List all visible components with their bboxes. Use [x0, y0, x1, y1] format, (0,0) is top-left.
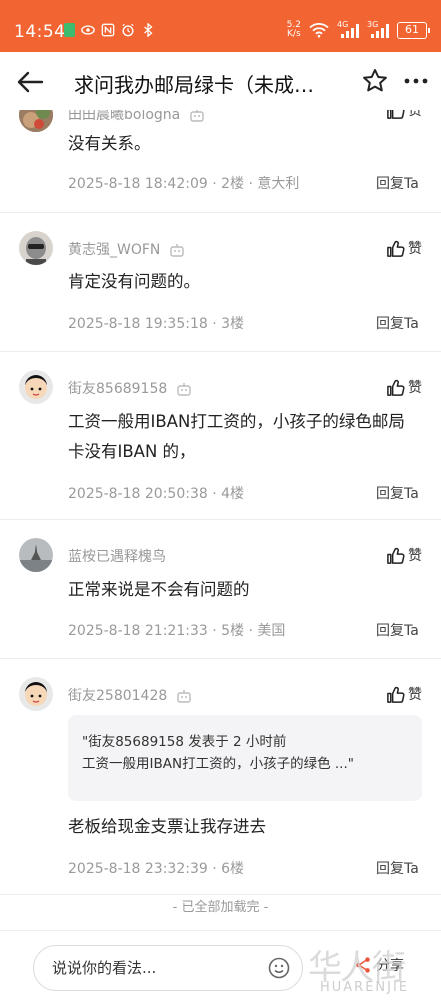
device-robot-icon: [170, 244, 185, 257]
like-button[interactable]: 赞: [386, 110, 422, 120]
like-button[interactable]: 赞: [386, 377, 422, 397]
avatar[interactable]: [19, 231, 53, 265]
share-button[interactable]: 分享: [354, 955, 404, 975]
like-label: 赞: [408, 687, 422, 703]
comment-composer-bar: 分享: [0, 930, 441, 1000]
comment-item: 黄志强_WOFN 赞 肯定没有问题的。 2025-8-18 19:35:18 ·…: [0, 213, 441, 352]
comment-username[interactable]: 街友25801428: [68, 685, 193, 705]
network-speed-unit: K/s: [287, 29, 301, 39]
comment-timestamp: 2025-8-18 20:50:38: [68, 486, 208, 502]
reply-button[interactable]: 回复Ta: [376, 313, 419, 333]
comment-floor: 2楼: [221, 176, 245, 192]
comment-text: 没有关系。: [68, 134, 151, 153]
comment-input[interactable]: [52, 946, 252, 990]
comment-username[interactable]: 田田晨曦bologna: [68, 110, 206, 124]
comment-meta: 2025-8-18 18:42:09 · 2楼 · 意大利: [68, 176, 300, 192]
username-text: 蓝桉已遇释槐鸟: [68, 549, 166, 565]
comment-timestamp: 2025-8-18 19:35:18: [68, 316, 208, 332]
favorite-star-icon[interactable]: [362, 68, 388, 94]
signal-3g-icon: 3G: [367, 20, 389, 38]
bluetooth-icon: [144, 23, 153, 37]
like-button[interactable]: 赞: [386, 684, 422, 704]
username-text: 田田晨曦bologna: [68, 110, 181, 123]
like-label: 赞: [408, 241, 422, 257]
end-of-list-label: - 已全部加载完 -: [172, 900, 269, 915]
comment-item: 田田晨曦bologna 赞 没有关系。 2025-8-18 18:42:09 ·…: [0, 110, 441, 213]
share-icon: [356, 957, 370, 973]
signal-4g-icon: 4G: [337, 20, 359, 38]
comment-input-box[interactable]: [33, 945, 303, 991]
quoted-reply[interactable]: "街友85689158 发表于 2 小时前 工资一般用IBAN打工资的，小孩子的…: [68, 715, 422, 801]
comment-text: 正常来说是不会有问题的: [68, 580, 250, 599]
comment-floor: 5楼: [221, 623, 245, 639]
thread-title: 求问我办邮局绿卡（未成…: [74, 73, 314, 97]
comment-username[interactable]: 街友85689158: [68, 378, 193, 398]
device-robot-icon: [190, 110, 204, 122]
network-speed: 5.2 K/s: [287, 21, 301, 39]
username-text: 街友85689158: [68, 381, 168, 397]
comment-text: 老板给现金支票让我存进去: [68, 817, 266, 836]
comment-meta: 2025-8-18 19:35:18 · 3楼: [68, 316, 245, 332]
comment-floor: 4楼: [221, 486, 245, 502]
comment-item: 蓝桉已遇释槐鸟 赞 正常来说是不会有问题的 2025-8-18 21:21:33…: [0, 520, 441, 659]
alarm-icon: [122, 23, 134, 37]
comment-item: 街友85689158 赞 工资一般用IBAN打工资的，小孩子的绿色邮局卡没有IB…: [0, 352, 441, 520]
status-notification-icons: [64, 23, 155, 37]
eye-icon: [81, 25, 95, 35]
nfc-icon: [101, 23, 115, 37]
avatar[interactable]: [19, 677, 53, 711]
reply-button[interactable]: 回复Ta: [376, 483, 419, 503]
avatar[interactable]: [19, 370, 53, 404]
comment-floor: 6楼: [221, 861, 245, 877]
reply-button[interactable]: 回复Ta: [376, 173, 419, 193]
like-label: 赞: [408, 380, 422, 396]
more-options-icon[interactable]: [402, 68, 430, 94]
thumbs-up-icon: [387, 547, 405, 564]
thumbs-up-icon: [387, 110, 405, 119]
avatar[interactable]: [19, 110, 53, 132]
share-label: 分享: [376, 958, 404, 974]
comment-meta: 2025-8-18 21:21:33 · 5楼 · 美国: [68, 623, 286, 639]
comment-timestamp: 2025-8-18 23:32:39: [68, 861, 208, 877]
comment-timestamp: 2025-8-18 18:42:09: [68, 176, 208, 192]
status-time: 14:54: [14, 22, 66, 42]
thread-header: 求问我办邮局绿卡（未成…: [0, 52, 441, 110]
quote-header: "街友85689158 发表于 2 小时前: [82, 734, 287, 750]
avatar[interactable]: [19, 538, 53, 572]
comment-text: 肯定没有问题的。: [68, 272, 200, 291]
comment-location: 美国: [257, 623, 286, 639]
comment-timestamp: 2025-8-18 21:21:33: [68, 623, 208, 639]
quote-excerpt: 工资一般用IBAN打工资的，小孩子的绿色 ...": [82, 756, 354, 772]
like-label: 赞: [408, 110, 422, 119]
wifi-icon: [309, 23, 329, 38]
device-robot-icon: [177, 383, 191, 396]
like-button[interactable]: 赞: [386, 545, 422, 565]
battery-indicator: 61: [397, 21, 430, 39]
like-label: 赞: [408, 548, 422, 564]
thumbs-up-icon: [387, 240, 405, 257]
comment-feed[interactable]: 田田晨曦bologna 赞 没有关系。 2025-8-18 18:42:09 ·…: [0, 110, 441, 930]
thumbs-up-icon: [387, 379, 405, 396]
comment-floor: 3楼: [221, 316, 245, 332]
status-bar: 14:54 5.2 K/s 4G 3G 61: [0, 0, 441, 52]
comment-item: 街友25801428 赞 "街友85689158 发表于 2 小时前 工资一般用…: [0, 659, 441, 895]
comment-username[interactable]: 黄志强_WOFN: [68, 239, 186, 259]
reply-button[interactable]: 回复Ta: [376, 620, 419, 640]
comment-username[interactable]: 蓝桉已遇释槐鸟: [68, 546, 166, 566]
comment-text: 工资一般用IBAN打工资的，小孩子的绿色邮局卡没有IBAN 的，: [68, 412, 405, 461]
username-text: 黄志强_WOFN: [68, 242, 161, 258]
comment-location: 意大利: [257, 176, 300, 192]
like-button[interactable]: 赞: [386, 238, 422, 258]
thumbs-up-icon: [387, 686, 405, 703]
comment-meta: 2025-8-18 20:50:38 · 4楼: [68, 486, 245, 502]
comment-meta: 2025-8-18 23:32:39 · 6楼: [68, 861, 245, 877]
back-arrow-icon[interactable]: [16, 70, 44, 94]
app-badge-icon: [64, 23, 75, 37]
emoji-icon[interactable]: [268, 957, 290, 979]
device-robot-icon: [177, 690, 191, 703]
reply-button[interactable]: 回复Ta: [376, 858, 419, 878]
status-system-icons: 5.2 K/s 4G 3G 61: [287, 20, 430, 39]
username-text: 街友25801428: [68, 688, 168, 704]
